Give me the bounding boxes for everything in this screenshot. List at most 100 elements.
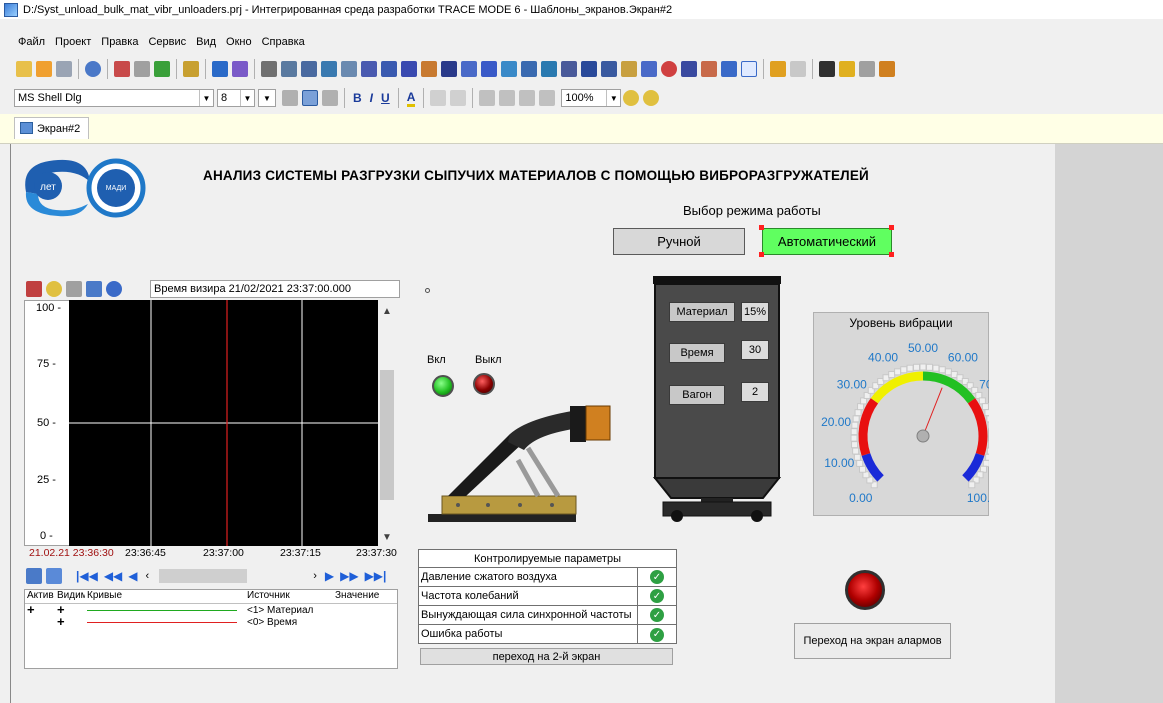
on-lamp[interactable]: [432, 375, 454, 397]
legend-col-value[interactable]: Значение: [333, 590, 397, 603]
chart-tool-icon[interactable]: [521, 61, 537, 77]
text-color-button[interactable]: A: [406, 90, 416, 107]
grid-icon[interactable]: [66, 281, 82, 297]
list-tool-icon[interactable]: [541, 61, 557, 77]
pen-color-icon[interactable]: [819, 61, 835, 77]
cross-tool-icon[interactable]: [401, 61, 417, 77]
line-width-icon[interactable]: [839, 61, 855, 77]
info-icon[interactable]: [85, 61, 101, 77]
scroll-down-icon[interactable]: ▼: [382, 532, 392, 543]
step-forward-icon[interactable]: ▶: [325, 569, 334, 583]
align-right-icon[interactable]: [322, 90, 338, 106]
table-tool-icon[interactable]: [321, 61, 337, 77]
scroll-right-icon[interactable]: ›: [313, 570, 317, 582]
legend-col-curves[interactable]: Кривые: [85, 590, 245, 603]
frame-icon[interactable]: [212, 61, 228, 77]
menu-window[interactable]: Окно: [226, 36, 252, 48]
run-icon[interactable]: [114, 61, 130, 77]
align-left-icon[interactable]: [282, 90, 298, 106]
compile-icon[interactable]: [183, 61, 199, 77]
time-scrollbar-track[interactable]: [247, 569, 313, 583]
selection-handle[interactable]: [759, 225, 764, 230]
edit-tool-icon[interactable]: [341, 61, 357, 77]
report-tool-icon[interactable]: [561, 61, 577, 77]
scroll-left-icon[interactable]: ‹: [146, 570, 150, 582]
menu-help[interactable]: Справка: [262, 36, 305, 48]
line-style-icon[interactable]: [790, 61, 806, 77]
alarm-lamp[interactable]: [845, 570, 885, 610]
debug-bug-icon[interactable]: [154, 61, 170, 77]
gauge-tool-icon[interactable]: [481, 61, 497, 77]
font-name-select[interactable]: MS Shell Dlg ▼: [14, 89, 214, 107]
manual-mode-button[interactable]: Ручной: [613, 228, 745, 255]
legend-visible-flag[interactable]: +: [55, 616, 85, 628]
picture-icon[interactable]: [621, 61, 637, 77]
fast-forward-icon[interactable]: ▶▶: [340, 569, 358, 583]
fast-back-icon[interactable]: ◀◀: [104, 569, 122, 583]
selection-handle[interactable]: [759, 252, 764, 257]
pattern-icon[interactable]: [859, 61, 875, 77]
legend-col-active[interactable]: Актив: [25, 590, 55, 603]
zoom-icon[interactable]: [46, 281, 62, 297]
menu-service[interactable]: Сервис: [148, 36, 186, 48]
switch-tool-icon[interactable]: [701, 61, 717, 77]
step-icon[interactable]: [134, 61, 150, 77]
open-icon[interactable]: [36, 61, 52, 77]
clock-icon[interactable]: [106, 281, 122, 297]
scrollbar-thumb[interactable]: [380, 370, 394, 500]
scroll-up-icon[interactable]: ▲: [382, 306, 392, 317]
menu-edit[interactable]: Правка: [101, 36, 138, 48]
go-alarms-button[interactable]: Переход на экран алармов: [794, 623, 951, 659]
redo-icon[interactable]: [450, 90, 467, 106]
legend-active-flag[interactable]: +: [25, 604, 55, 616]
text-tool-icon[interactable]: [301, 61, 317, 77]
align-center-icon[interactable]: [302, 90, 318, 106]
legend-visible-flag[interactable]: +: [55, 604, 85, 616]
button-tool-icon[interactable]: [461, 61, 477, 77]
trend-tool-icon[interactable]: [501, 61, 517, 77]
polyline-tool-icon[interactable]: [361, 61, 377, 77]
menu-view[interactable]: Вид: [196, 36, 216, 48]
legend-row[interactable]: + + <1> Материал: [25, 604, 397, 616]
selection-handle[interactable]: [889, 225, 894, 230]
new-icon[interactable]: [16, 61, 32, 77]
selection-handle[interactable]: [889, 252, 894, 257]
trend-export-icon[interactable]: [46, 568, 62, 584]
menu-file[interactable]: Файл: [18, 36, 45, 48]
paste-icon[interactable]: [519, 90, 536, 106]
ellipse-tool-icon[interactable]: [741, 61, 757, 77]
properties-icon[interactable]: [232, 61, 248, 77]
underline-button[interactable]: U: [381, 91, 390, 105]
menu-project[interactable]: Проект: [55, 36, 91, 48]
pointer-icon[interactable]: [261, 61, 277, 77]
arrow-style-icon[interactable]: [879, 61, 895, 77]
image-tool-icon[interactable]: [421, 61, 437, 77]
histogram-tool-icon[interactable]: [681, 61, 697, 77]
size-dropdown[interactable]: ▼: [258, 89, 276, 107]
rectangle-tool-icon[interactable]: [381, 61, 397, 77]
zoom-select[interactable]: 100% ▼: [561, 89, 622, 107]
italic-button[interactable]: I: [370, 91, 373, 105]
undo-icon[interactable]: [430, 90, 447, 106]
cut-icon[interactable]: [479, 90, 496, 106]
link-tool-icon[interactable]: [721, 61, 737, 77]
go-start-icon[interactable]: |◀◀: [76, 569, 98, 583]
fill-color-icon[interactable]: [770, 61, 786, 77]
trend-table-icon[interactable]: [26, 568, 42, 584]
auto-mode-button[interactable]: Автоматический: [762, 228, 892, 255]
pie-tool-icon[interactable]: [661, 61, 677, 77]
save-icon[interactable]: [56, 61, 72, 77]
legend-col-source[interactable]: Источник: [245, 590, 333, 603]
font-size-select[interactable]: 8 ▼: [217, 89, 255, 107]
bold-button[interactable]: B: [353, 91, 362, 105]
tab-screen2[interactable]: Экран#2: [14, 117, 90, 139]
off-lamp[interactable]: [473, 373, 495, 395]
step-back-icon[interactable]: ◀: [128, 569, 137, 583]
table-view-icon[interactable]: [581, 61, 597, 77]
bar-tool-icon[interactable]: [441, 61, 457, 77]
zoom-in-icon[interactable]: [623, 90, 640, 106]
legend-row[interactable]: + <0> Время: [25, 616, 397, 628]
trend-settings-icon[interactable]: [86, 281, 102, 297]
go-end-icon[interactable]: ▶▶|: [365, 569, 387, 583]
zoom-out-icon[interactable]: [643, 90, 660, 106]
